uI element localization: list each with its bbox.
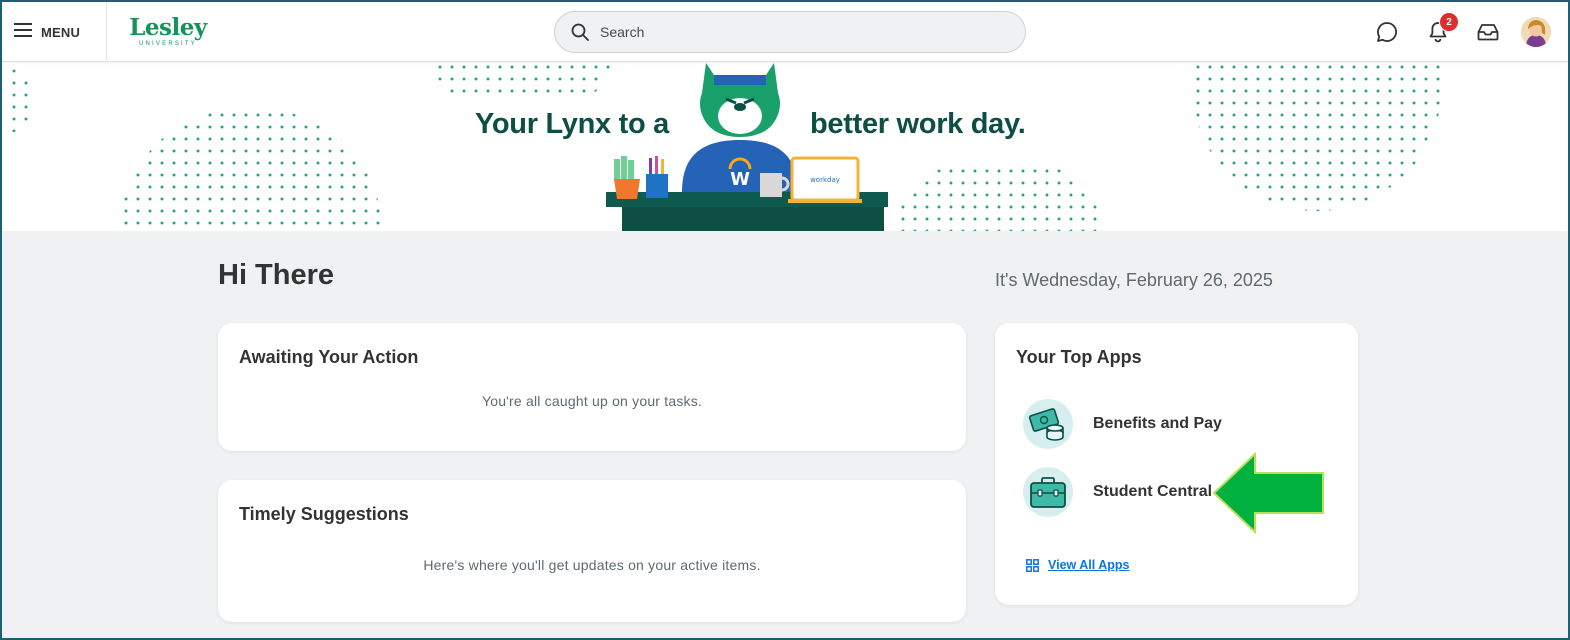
lynx-mascot-illustration: W workday <box>606 63 888 231</box>
money-icon <box>1023 399 1073 449</box>
workday-home-page: MENU Lesley UNIVERSITY Search 2 Your Lyn… <box>0 0 1570 640</box>
view-all-apps-label: View All Apps <box>1048 558 1130 572</box>
timely-suggestions-message: Here's where you'll get updates on your … <box>423 557 761 573</box>
menu-divider <box>106 2 107 61</box>
avatar[interactable] <box>1521 17 1551 47</box>
top-navigation-bar: MENU Lesley UNIVERSITY Search 2 <box>2 2 1568 62</box>
view-all-apps-link[interactable]: View All Apps <box>1026 558 1130 572</box>
notification-badge: 2 <box>1439 12 1459 32</box>
mascot-shirt-letter: W <box>730 169 750 190</box>
briefcase-icon <box>1023 467 1073 517</box>
search-input[interactable]: Search <box>600 24 644 40</box>
timely-suggestions-title: Timely Suggestions <box>239 504 409 524</box>
lesley-university-logo[interactable]: Lesley UNIVERSITY <box>128 16 208 50</box>
app-label-benefits-and-pay: Benefits and Pay <box>1093 415 1222 432</box>
awaiting-action-message: You're all caught up on your tasks. <box>481 393 703 409</box>
search-icon <box>571 23 589 41</box>
menu-label: MENU <box>41 24 81 40</box>
laptop-screen-text: workday <box>810 176 840 184</box>
banner-dot-pattern-bottom <box>897 165 1102 231</box>
inbox-icon[interactable] <box>1474 18 1502 46</box>
banner-dot-pattern-right <box>1192 61 1442 211</box>
awaiting-action-card: Awaiting Your Action You're all caught u… <box>218 323 966 451</box>
app-benefits-and-pay[interactable]: Benefits and Pay <box>1023 399 1222 449</box>
banner-dot-pattern-edge <box>8 65 30 133</box>
app-student-central[interactable]: Student Central <box>1023 467 1212 517</box>
top-apps-title: Your Top Apps <box>1016 347 1142 367</box>
menu-button[interactable]: MENU <box>14 16 80 48</box>
search-bar[interactable]: Search <box>554 11 1026 53</box>
menu-icon <box>14 22 32 42</box>
page-greeting: Hi There <box>218 259 335 291</box>
banner-dot-pattern-left <box>120 109 382 231</box>
awaiting-action-title: Awaiting Your Action <box>239 347 419 367</box>
grid-icon <box>1026 558 1039 572</box>
green-arrow-annotation <box>1212 451 1324 535</box>
current-date: It's Wednesday, February 26, 2025 <box>995 270 1273 290</box>
banner-dot-pattern-top <box>434 61 610 101</box>
app-label-student-central: Student Central <box>1093 483 1213 500</box>
timely-suggestions-card: Timely Suggestions Here's where you'll g… <box>218 480 966 622</box>
logo-wordmark: Lesley <box>129 14 207 41</box>
hero-banner: Your Lynx to a better work day. W workda… <box>2 61 1568 231</box>
chat-icon[interactable] <box>1373 18 1401 46</box>
logo-subtext: UNIVERSITY <box>138 41 197 47</box>
